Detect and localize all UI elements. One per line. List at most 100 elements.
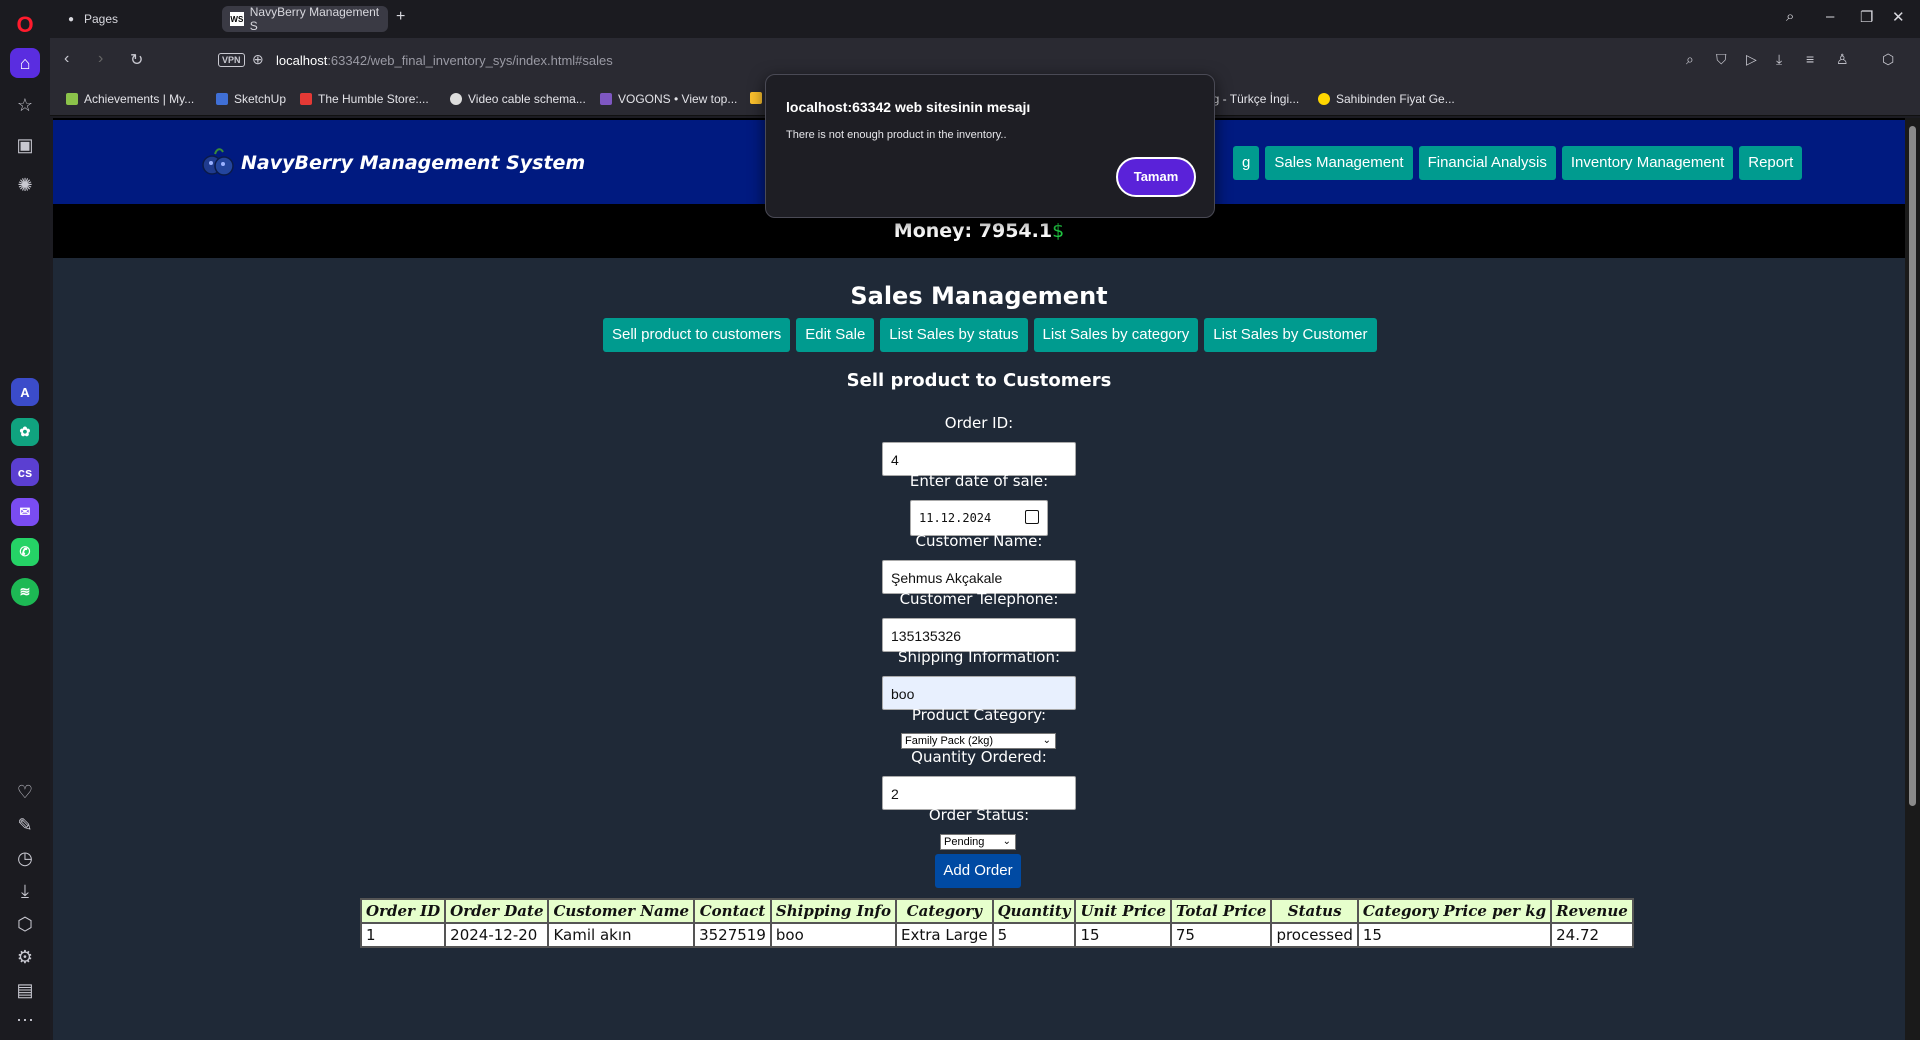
more-icon[interactable]: ⋯ <box>10 1005 40 1035</box>
extensions-icon[interactable]: ⬡ <box>10 909 40 939</box>
chevron-down-icon: ⌄ <box>1042 735 1051 746</box>
tab-navyberry[interactable]: WS NavyBerry Management S <box>222 5 388 33</box>
bookmark-item[interactable]: The Humble Store:... <box>300 92 429 106</box>
opera-logo-icon[interactable]: O <box>10 10 40 40</box>
downloads-icon[interactable]: ⤓ <box>10 876 40 906</box>
url-field[interactable]: localhost:63342/web_final_inventory_sys/… <box>276 53 613 68</box>
scrollbar-thumb[interactable] <box>1909 126 1916 806</box>
close-window-icon[interactable]: ✕ <box>1892 8 1905 26</box>
wallet-icon[interactable]: ▤ <box>10 975 40 1005</box>
settings-sun-icon[interactable]: ✺ <box>10 170 40 200</box>
table-cell: 1 <box>359 922 447 948</box>
menu-icon[interactable]: ≡ <box>1806 51 1814 67</box>
home-icon[interactable]: ⌂ <box>10 48 40 78</box>
column-header: Shipping Info <box>769 898 898 924</box>
calendar-icon[interactable] <box>1025 510 1039 524</box>
webstorm-icon: WS <box>230 12 244 26</box>
list-by-customer-button[interactable]: List Sales by Customer <box>1204 318 1377 352</box>
search-icon[interactable]: ⌕ <box>1686 51 1694 68</box>
edit-icon[interactable]: ✎ <box>10 810 40 840</box>
nav-item-sales[interactable]: Sales Management <box>1265 146 1413 180</box>
edit-sale-button[interactable]: Edit Sale <box>796 318 875 352</box>
list-by-category-button[interactable]: List Sales by category <box>1033 318 1199 352</box>
history-icon[interactable]: ◷ <box>10 843 40 873</box>
chatgpt-app-icon[interactable]: ✿ <box>11 418 39 446</box>
nav-item-partial[interactable]: g <box>1233 146 1260 180</box>
chevron-down-icon: ⌄ <box>1002 836 1011 847</box>
bookmark-item[interactable]: Sahibinden Fiyat Ge... <box>1318 92 1455 106</box>
site-info-icon[interactable]: ⊕ <box>252 51 264 68</box>
vpn-badge[interactable]: VPN <box>218 53 245 67</box>
search-tabs-icon[interactable]: ⌕ <box>1786 8 1794 25</box>
column-header: Revenue <box>1550 898 1634 924</box>
minimize-icon[interactable]: – <box>1826 8 1834 25</box>
bookmark-item[interactable]: VOGONS • View top... <box>600 92 737 106</box>
bookmark-item[interactable]: Video cable schema... <box>450 92 586 106</box>
customer-name-input[interactable]: Şehmus Akçakale <box>882 560 1076 594</box>
money-display: Money: 7954.1$ <box>53 220 1905 242</box>
nav-item-financial[interactable]: Financial Analysis <box>1418 146 1556 180</box>
status-select[interactable]: Pending ⌄ <box>940 834 1016 850</box>
new-tab-icon[interactable]: + <box>396 8 405 26</box>
shipping-input[interactable]: boo <box>882 676 1076 710</box>
profile-icon[interactable]: ♙ <box>1836 51 1849 68</box>
url-host: localhost <box>276 53 328 68</box>
heart-icon[interactable]: ♡ <box>10 777 40 807</box>
bookmark-item[interactable]: Achievements | My... <box>66 92 194 106</box>
nav-item-inventory[interactable]: Inventory Management <box>1561 146 1734 180</box>
column-header: Customer Name <box>547 898 696 924</box>
table-cell: 3527519 <box>693 922 772 948</box>
browser-sidebar: O ⌂ ☆ ▣ ✺ A ✿ cs ✉ ✆ ≋ ♡ ✎ ◷ ⤓ ⬡ ⚙ ▤ ⋯ <box>0 0 50 1040</box>
tab-pages[interactable]: ● Pages <box>56 6 216 32</box>
sell-product-button[interactable]: Sell product to customers <box>603 318 791 352</box>
table-cell: 15 <box>1356 922 1553 948</box>
aria-app-icon[interactable]: A <box>11 378 39 406</box>
category-select[interactable]: Family Pack (2kg) ⌄ <box>901 733 1056 749</box>
forward-icon[interactable]: › <box>98 50 103 68</box>
sale-date-value: 11.12.2024 <box>919 511 992 525</box>
dialog-ok-button[interactable]: Tamam <box>1116 157 1196 197</box>
sales-table: Order ID Order Date Customer Name Contac… <box>359 898 1634 948</box>
add-order-button[interactable]: Add Order <box>935 854 1021 888</box>
brand-title: NavyBerry Management System <box>241 152 586 174</box>
quantity-input[interactable]: 2 <box>882 776 1076 810</box>
order-id-input[interactable]: 4 <box>882 442 1076 476</box>
shield-icon[interactable]: ⛉ <box>1716 51 1727 68</box>
settings-icon[interactable]: ⚙ <box>10 942 40 972</box>
send-icon[interactable]: ▷ <box>1746 51 1757 68</box>
github-icon: ● <box>67 13 75 25</box>
bookmark-item[interactable]: SketchUp <box>216 92 286 106</box>
messenger-app-icon[interactable]: ✉ <box>11 498 39 526</box>
cube-icon[interactable]: ⬡ <box>1882 51 1894 68</box>
dialog-title: localhost:63342 web sitesinin mesajı <box>786 99 1031 115</box>
nav-item-report[interactable]: Report <box>1739 146 1803 180</box>
table-cell: boo <box>769 922 898 948</box>
restore-icon[interactable]: ❐ <box>1860 8 1873 26</box>
spotify-app-icon[interactable]: ≋ <box>11 578 39 606</box>
status-selected: Pending <box>944 836 985 848</box>
table-header-row: Order ID Order Date Customer Name Contac… <box>359 898 1634 924</box>
page-scrollbar[interactable] <box>1905 118 1920 1040</box>
chatsonic-app-icon[interactable]: cs <box>11 458 39 486</box>
table-cell: processed <box>1270 922 1359 948</box>
sale-date-input[interactable]: 11.12.2024 <box>910 500 1048 536</box>
telephone-input[interactable]: 135135326 <box>882 618 1076 652</box>
bookmark-item[interactable]: ng - Türkçe İngi... <box>1206 92 1299 106</box>
table-cell: Kamil akın <box>547 922 696 948</box>
gaming-icon[interactable]: ▣ <box>10 130 40 160</box>
category-label: Product Category: <box>911 706 1047 724</box>
column-header: Category <box>895 898 994 924</box>
tab-title: Pages <box>84 12 119 26</box>
table-cell: 24.72 <box>1550 922 1634 948</box>
download-icon[interactable]: ⤓ <box>1776 51 1782 68</box>
order-id-label: Order ID: <box>944 414 1014 432</box>
list-by-status-button[interactable]: List Sales by status <box>880 318 1028 352</box>
table-cell: 5 <box>991 922 1077 948</box>
bookmark-favicon-icon <box>216 93 228 105</box>
whatsapp-app-icon[interactable]: ✆ <box>11 538 39 566</box>
pinboard-icon[interactable]: ☆ <box>10 90 40 120</box>
back-icon[interactable]: ‹ <box>64 50 69 68</box>
column-header: Total Price <box>1169 898 1273 924</box>
page-viewport: NavyBerry Management System g Sales Mana… <box>53 118 1905 1040</box>
reload-icon[interactable]: ↻ <box>130 50 143 70</box>
